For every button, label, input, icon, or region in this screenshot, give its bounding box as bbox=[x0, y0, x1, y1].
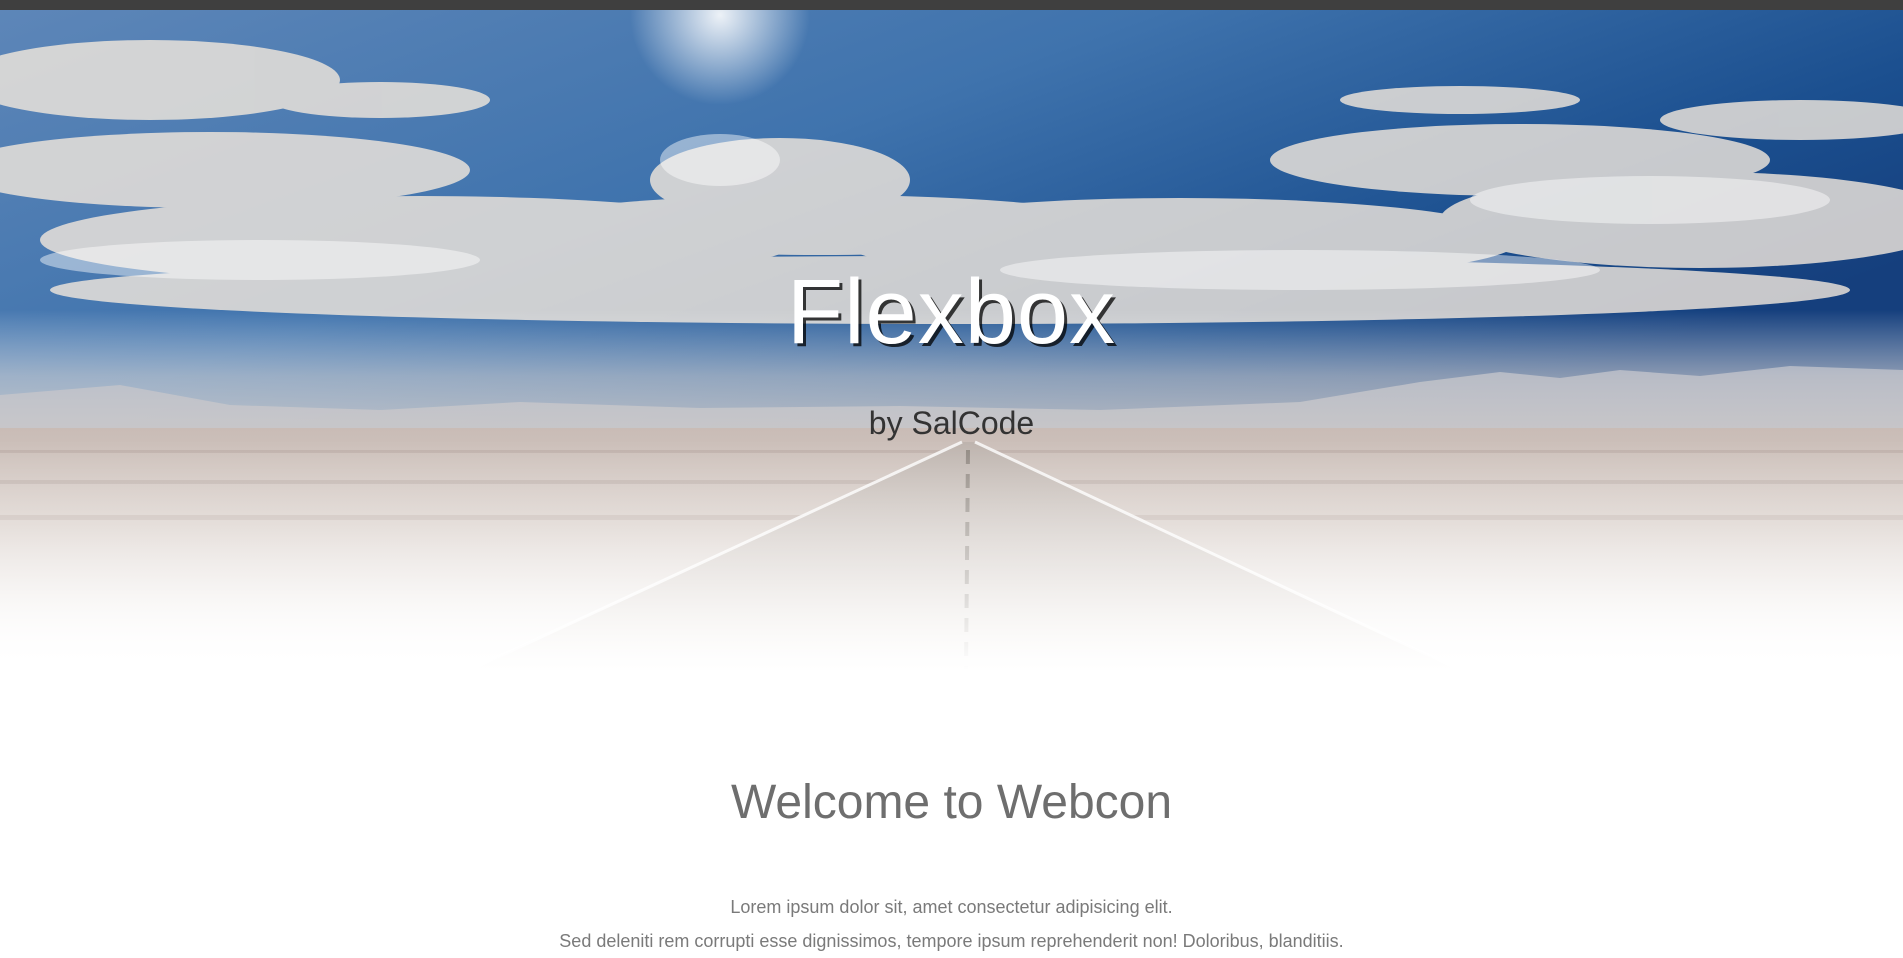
hero-banner: Flexbox by SalCode bbox=[0, 10, 1903, 670]
intro-line: Sed deleniti rem corrupti esse dignissim… bbox=[559, 931, 1344, 951]
intro-line: Lorem ipsum dolor sit, amet consectetur … bbox=[730, 897, 1173, 917]
welcome-intro: Lorem ipsum dolor sit, amet consectetur … bbox=[0, 890, 1903, 958]
hero-subtitle: by SalCode bbox=[868, 405, 1035, 441]
hero-title: Flexbox bbox=[786, 261, 1117, 363]
welcome-heading: Welcome to Webcon bbox=[730, 776, 1173, 829]
browser-top-bar bbox=[0, 0, 1903, 10]
